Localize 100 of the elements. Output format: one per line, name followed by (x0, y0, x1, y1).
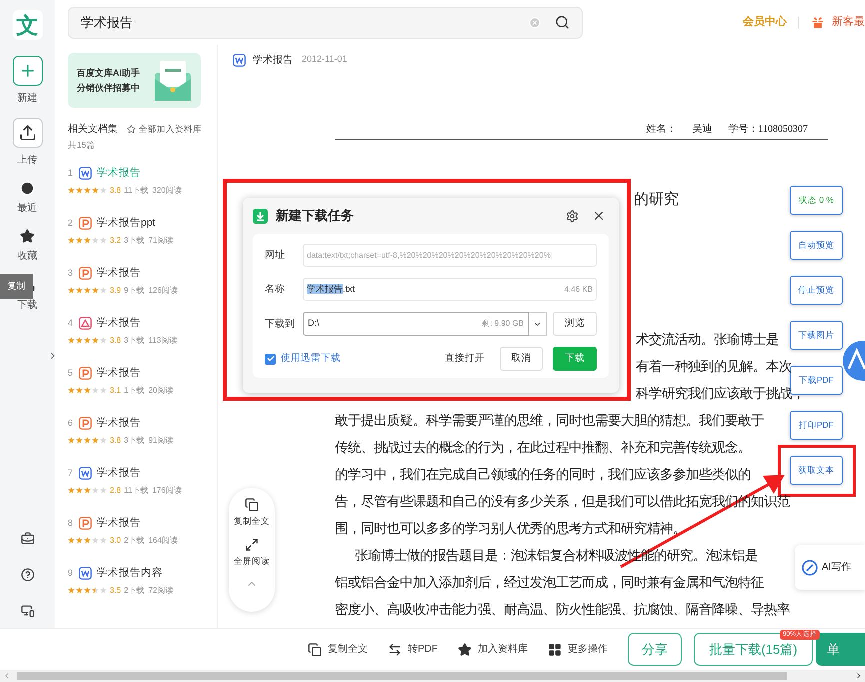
file-size: 4.46 KB (564, 284, 593, 296)
slides-file-icon (79, 517, 92, 530)
side-action-button[interactable]: 状态 0 % (790, 186, 843, 215)
document-title: 学术报告内容 (97, 566, 163, 581)
float-tool-button[interactable]: 全屏阅读 (234, 538, 270, 568)
settings-icon[interactable] (566, 210, 579, 222)
new-button[interactable] (12, 56, 42, 86)
path-field[interactable]: D:\ 剩: 9.90 GB (303, 312, 529, 336)
side-action-button[interactable]: 打印PDF (790, 411, 843, 440)
item-number: 1 (68, 167, 74, 180)
rail-label[interactable]: 最近 (18, 201, 38, 216)
slides-file-icon (79, 217, 92, 230)
side-action-button[interactable]: 获取文本 (790, 456, 843, 485)
rating: 3.1 (110, 384, 122, 397)
item-number: 2 (68, 217, 74, 230)
rating: 3.2 (110, 234, 122, 247)
banner-text: 百度文库AI助手 (77, 66, 140, 80)
device-icon[interactable] (20, 604, 34, 618)
document-title: 学术报告 (97, 316, 141, 331)
paragraph-line: 围，同时也可以多多的学习别人优秀的思考方式和研究精神。 (335, 520, 686, 538)
side-action-button[interactable]: 下载PDF (790, 366, 843, 395)
item-number: 3 (68, 267, 74, 280)
side-action-button[interactable]: 下载图片 (790, 321, 843, 350)
rail-label[interactable]: 收藏 (18, 249, 38, 264)
document-title: 学术报告 (97, 466, 141, 481)
toolbox-icon[interactable] (20, 532, 34, 546)
download-count: 2下载 (124, 534, 145, 547)
toolbar-button[interactable]: 更多操作 (548, 642, 608, 657)
rail-label[interactable]: 新建 (18, 91, 38, 106)
download-count: 11下载 (124, 484, 148, 497)
word-file-icon (233, 54, 246, 66)
pdf-file-icon (79, 317, 92, 330)
rail-label[interactable]: 下载 (18, 298, 38, 313)
cancel-button[interactable]: 取消 (500, 347, 543, 371)
horizontal-scrollbar[interactable] (0, 670, 865, 682)
download-count: 9下载 (124, 284, 145, 297)
paragraph-line: 密度小、高吸收冲击能力强、耐高温、防火性能强、抗腐蚀、隔音降噪、导热率 (335, 601, 790, 619)
slides-file-icon (79, 367, 92, 380)
help-icon[interactable] (20, 568, 34, 582)
toolbar-button[interactable]: 加入资料库 (458, 642, 528, 657)
file-name-field[interactable]: 学术报告.txt 4.46 KB (303, 278, 597, 301)
tooltip: 复制 (0, 274, 33, 299)
upload-button[interactable] (12, 118, 42, 148)
scroll-left-icon (3, 672, 11, 680)
download-count: 3下载 (124, 334, 145, 347)
download-app-icon (253, 208, 268, 224)
item-number: 9 (68, 567, 74, 580)
paragraph-line: 敢于提出质疑。科学需要严谨的思维，同时也需要大胆的猜想。我们要敢于 (335, 412, 764, 430)
star-icon (458, 642, 472, 656)
open-directly-button[interactable]: 直接打开 (445, 352, 485, 366)
read-count: 113阅读 (148, 334, 178, 347)
toolbar-button[interactable]: 转PDF (388, 642, 438, 657)
read-count: 71阅读 (148, 234, 174, 247)
slides-file-icon (79, 417, 92, 430)
side-action-button[interactable]: 停止预览 (790, 276, 843, 305)
assistant-icon[interactable] (843, 341, 865, 381)
search-field[interactable]: 学术报告 (68, 6, 584, 38)
read-count: 126阅读 (148, 284, 178, 297)
item-number: 4 (68, 317, 74, 330)
download-count: 1下载 (124, 384, 145, 397)
scroll-right-icon (855, 672, 863, 680)
close-icon[interactable] (592, 209, 606, 223)
collection-title: 相关文档集 (68, 122, 118, 137)
rating: 3.8 (110, 334, 122, 347)
download-count: 11下载 (124, 184, 148, 197)
item-number: 8 (68, 517, 74, 530)
rail-label[interactable]: 上传 (18, 153, 38, 168)
document-title: 学术报告 (97, 266, 141, 281)
paragraph-line: 术交流活动。张瑜博士是 (636, 331, 779, 349)
rating: 3.0 (110, 534, 122, 547)
document-count: 共15篇 (68, 139, 96, 152)
slides-file-icon (79, 267, 92, 280)
document-name: 学术报告 (253, 54, 293, 68)
word-file-icon (79, 567, 92, 580)
paragraph-line: 铝或铝合金中加入添加剂后，经过发泡工艺而成，同时兼有金属和气泡特征 (335, 574, 764, 592)
thunder-label[interactable]: 使用迅雷下载 (281, 352, 341, 366)
add-all-link[interactable]: 全部加入资料库 (139, 123, 202, 136)
ai-write-panel[interactable]: AI写作 (795, 545, 865, 590)
toolbar-button[interactable]: 复制全文 (308, 642, 368, 657)
search-icon[interactable] (555, 15, 570, 30)
field-label: 网址 (265, 248, 286, 263)
thunder-checkbox[interactable] (265, 354, 276, 364)
read-count: 72阅读 (148, 584, 174, 597)
promo-banner[interactable]: 百度文库AI助手 分销伙伴招募中 (68, 53, 201, 108)
paragraph-line: 的学习中，我们在完成自己领域的任务的同时，我们应该多参加些类似的 (335, 466, 751, 484)
rating: 3.8 (110, 434, 122, 447)
new-user-link[interactable]: 新客最 (832, 14, 865, 31)
swap-icon (388, 642, 402, 656)
side-action-button[interactable]: 自动预览 (790, 231, 843, 260)
banner-text: 分销伙伴招募中 (77, 82, 140, 94)
document-title: 学术报告 (97, 166, 141, 181)
gift-icon[interactable] (810, 14, 826, 30)
copy-icon (245, 498, 259, 512)
download-count: 3下载 (124, 234, 145, 247)
float-tool-button[interactable]: 复制全文 (234, 498, 270, 528)
star-icon[interactable] (127, 125, 136, 134)
browse-button[interactable]: 浏览 (553, 312, 597, 336)
student-id: 学号：1108050307 (728, 123, 808, 137)
item-number: 7 (68, 467, 74, 480)
envelope-drawing (153, 59, 193, 103)
